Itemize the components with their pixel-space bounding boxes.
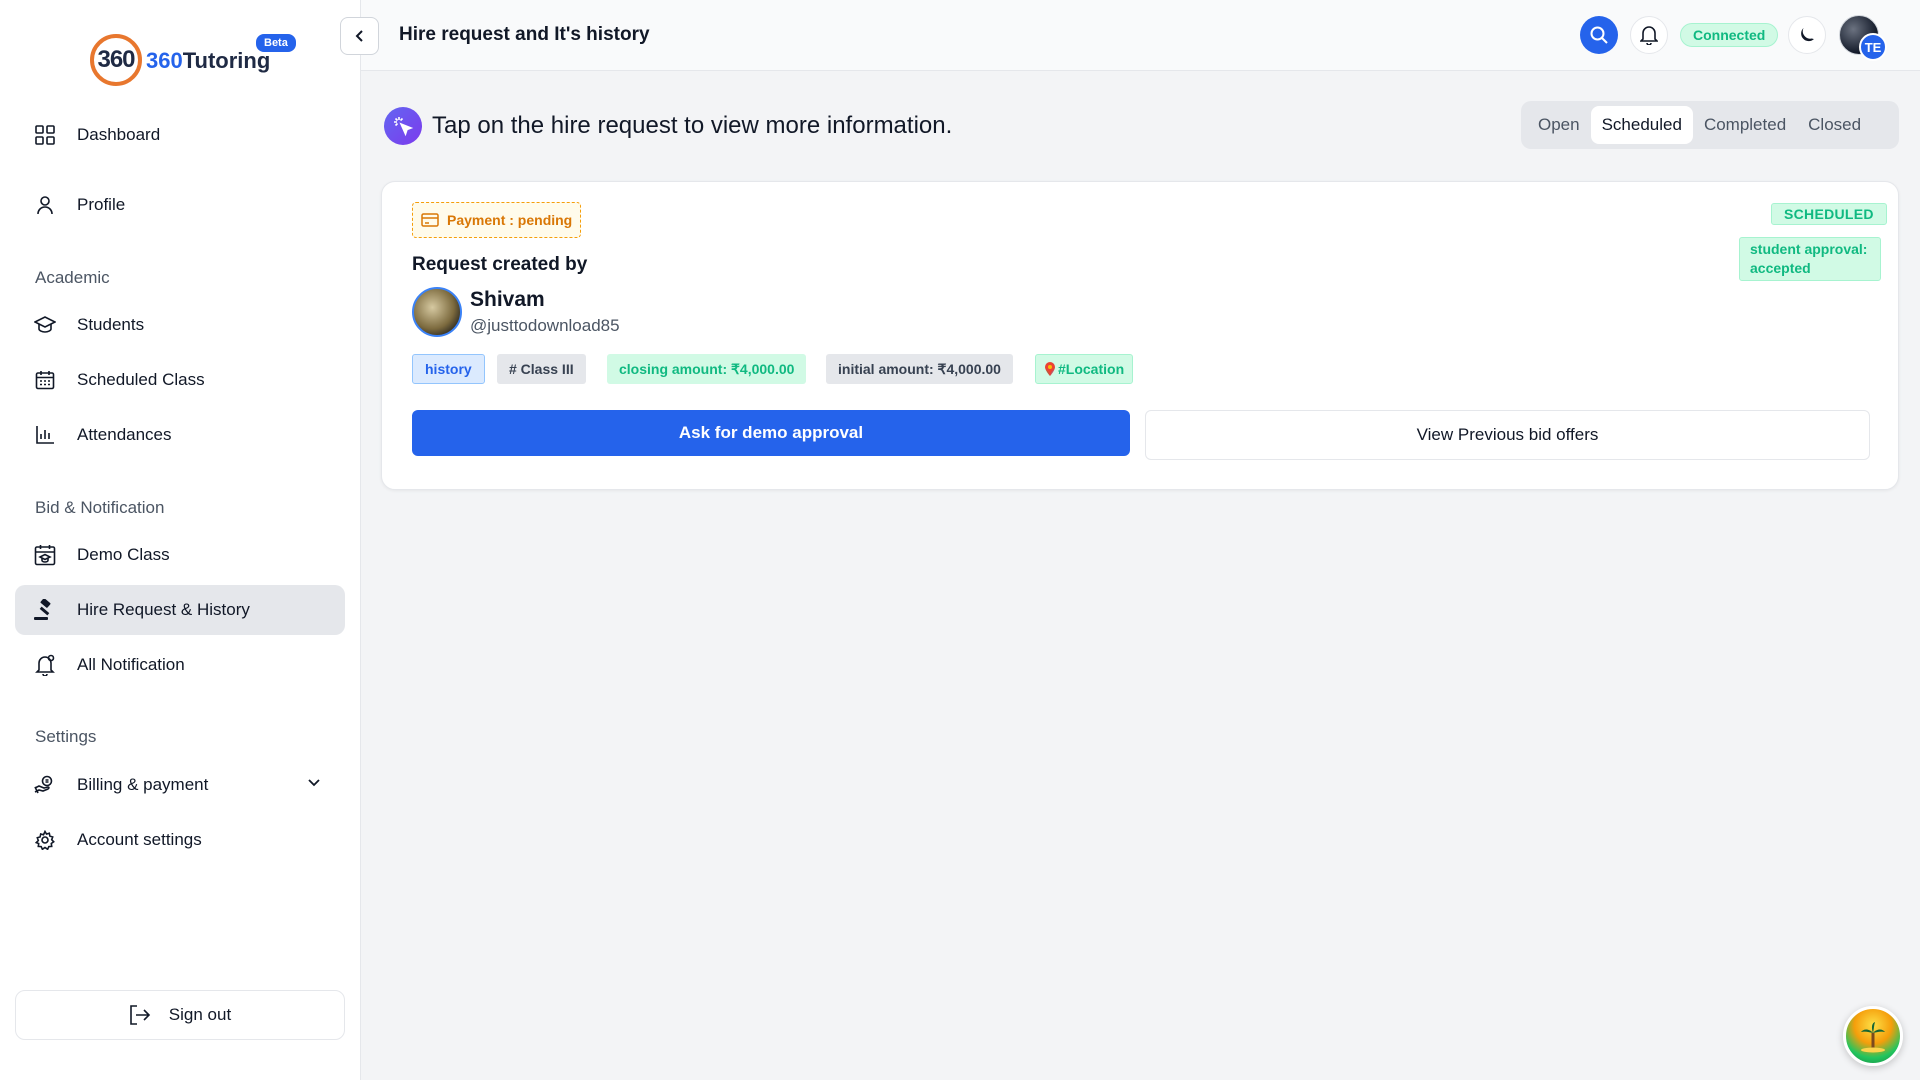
sidebar-item-label: Scheduled Class <box>77 370 205 389</box>
calendar-icon <box>33 368 57 392</box>
user-icon <box>33 193 57 217</box>
sidebar-item-billing[interactable]: Billing & payment <box>15 760 345 810</box>
avatar-initials: TE <box>1859 33 1887 61</box>
section-label-bid: Bid & Notification <box>35 498 165 517</box>
credit-card-icon <box>421 213 439 227</box>
sign-out-button[interactable]: Sign out <box>15 990 345 1040</box>
sidebar-item-label: Profile <box>77 195 126 214</box>
class-tag: # Class III <box>497 354 586 384</box>
chevron-down-icon[interactable] <box>305 773 323 796</box>
sidebar-item-all-notification[interactable]: All Notification <box>15 640 345 690</box>
calendar-demo-icon <box>33 543 57 567</box>
tap-icon <box>384 107 422 145</box>
sidebar-item-label: Billing & payment <box>77 775 209 794</box>
bell-icon <box>33 653 57 677</box>
sidebar-item-profile[interactable]: Profile <box>15 180 345 230</box>
gavel-icon <box>33 598 57 622</box>
section-label-settings: Settings <box>35 727 97 746</box>
search-button[interactable] <box>1580 16 1618 54</box>
sidebar-item-scheduled-class[interactable]: Scheduled Class <box>15 355 345 405</box>
logo-badge-text: 360 <box>97 46 135 73</box>
theme-toggle-button[interactable] <box>1788 16 1826 54</box>
map-pin-icon <box>1044 362 1056 376</box>
avatar <box>412 287 462 337</box>
search-icon <box>1590 26 1608 44</box>
status-tabs: Open Scheduled Completed Closed <box>1521 101 1899 149</box>
payment-status-label: Payment : pending <box>447 212 573 228</box>
beta-badge: Beta <box>256 34 296 52</box>
ask-demo-approval-button[interactable]: Ask for demo approval <box>412 410 1130 456</box>
palm-tree-icon <box>1861 1022 1885 1053</box>
history-tag[interactable]: history <box>412 354 485 384</box>
info-text: Tap on the hire request to view more inf… <box>432 112 953 139</box>
brand-logo[interactable]: 360 360Tutoring Beta <box>90 34 300 90</box>
tab-scheduled[interactable]: Scheduled <box>1590 106 1693 144</box>
floating-assistant-button[interactable] <box>1843 1006 1903 1066</box>
chevron-left-icon <box>355 30 363 42</box>
tab-closed[interactable]: Closed <box>1797 106 1872 144</box>
sidebar-item-label: Dashboard <box>77 125 161 144</box>
sidebar: 360 360Tutoring Beta Dashboard Profile A… <box>0 0 361 1080</box>
tab-completed[interactable]: Completed <box>1693 106 1797 144</box>
approval-status-badge: student approval: accepted <box>1739 237 1881 281</box>
graduation-cap-icon <box>33 313 57 337</box>
bar-chart-icon <box>33 423 57 447</box>
payment-icon <box>33 773 57 797</box>
hire-request-card[interactable]: Payment : pending Request created by Shi… <box>381 181 1899 490</box>
sidebar-item-label: Attendances <box>77 425 172 444</box>
info-banner: Tap on the hire request to view more inf… <box>384 107 952 145</box>
sidebar-item-label: Students <box>77 315 145 334</box>
sidebar-item-label: Hire Request & History <box>77 600 250 619</box>
tab-open[interactable]: Open <box>1527 106 1591 144</box>
logo-number: 360 <box>146 48 183 73</box>
view-previous-bids-button[interactable]: View Previous bid offers <box>1145 410 1870 460</box>
sidebar-item-attendances[interactable]: Attendances <box>15 410 345 460</box>
sidebar-item-account-settings[interactable]: Account settings <box>15 815 345 865</box>
collapse-sidebar-button[interactable] <box>340 17 379 55</box>
gear-icon <box>33 828 57 852</box>
grid-icon <box>33 123 57 147</box>
sidebar-item-label: Demo Class <box>77 545 170 564</box>
sidebar-item-hire-request[interactable]: Hire Request & History <box>15 585 345 635</box>
closing-amount-tag: closing amount: ₹4,000.00 <box>607 354 807 384</box>
sign-out-label: Sign out <box>168 1005 232 1024</box>
sidebar-item-label: Account settings <box>77 830 202 849</box>
initial-amount-tag: initial amount: ₹4,000.00 <box>826 354 1013 384</box>
sidebar-item-label: All Notification <box>77 655 185 674</box>
payment-status-badge: Payment : pending <box>412 202 582 238</box>
sidebar-item-demo-class[interactable]: Demo Class <box>15 530 345 580</box>
user-avatar-menu[interactable]: TE <box>1839 15 1887 61</box>
sign-out-icon <box>129 1005 151 1025</box>
moon-icon <box>1801 28 1814 42</box>
requester-name: Shivam <box>470 288 545 311</box>
notification-button[interactable] <box>1630 16 1668 54</box>
top-header: Hire request and It's history Connected … <box>361 0 1920 71</box>
sidebar-item-dashboard[interactable]: Dashboard <box>15 110 345 160</box>
page-title: Hire request and It's history <box>399 24 650 45</box>
logo-text: 360Tutoring <box>146 48 270 74</box>
request-created-title: Request created by <box>412 254 588 275</box>
bell-icon <box>1640 26 1658 45</box>
requester-handle: @justtodownload85 <box>470 316 620 335</box>
logo-badge: 360 <box>90 34 142 86</box>
section-label-academic: Academic <box>35 268 110 287</box>
location-label: #Location <box>1058 361 1125 377</box>
location-tag[interactable]: #Location <box>1035 354 1134 384</box>
logo-name: Tutoring <box>182 48 271 73</box>
status-badge: SCHEDULED <box>1771 203 1887 225</box>
sidebar-item-students[interactable]: Students <box>15 300 345 350</box>
connection-status-badge: Connected <box>1680 23 1779 47</box>
